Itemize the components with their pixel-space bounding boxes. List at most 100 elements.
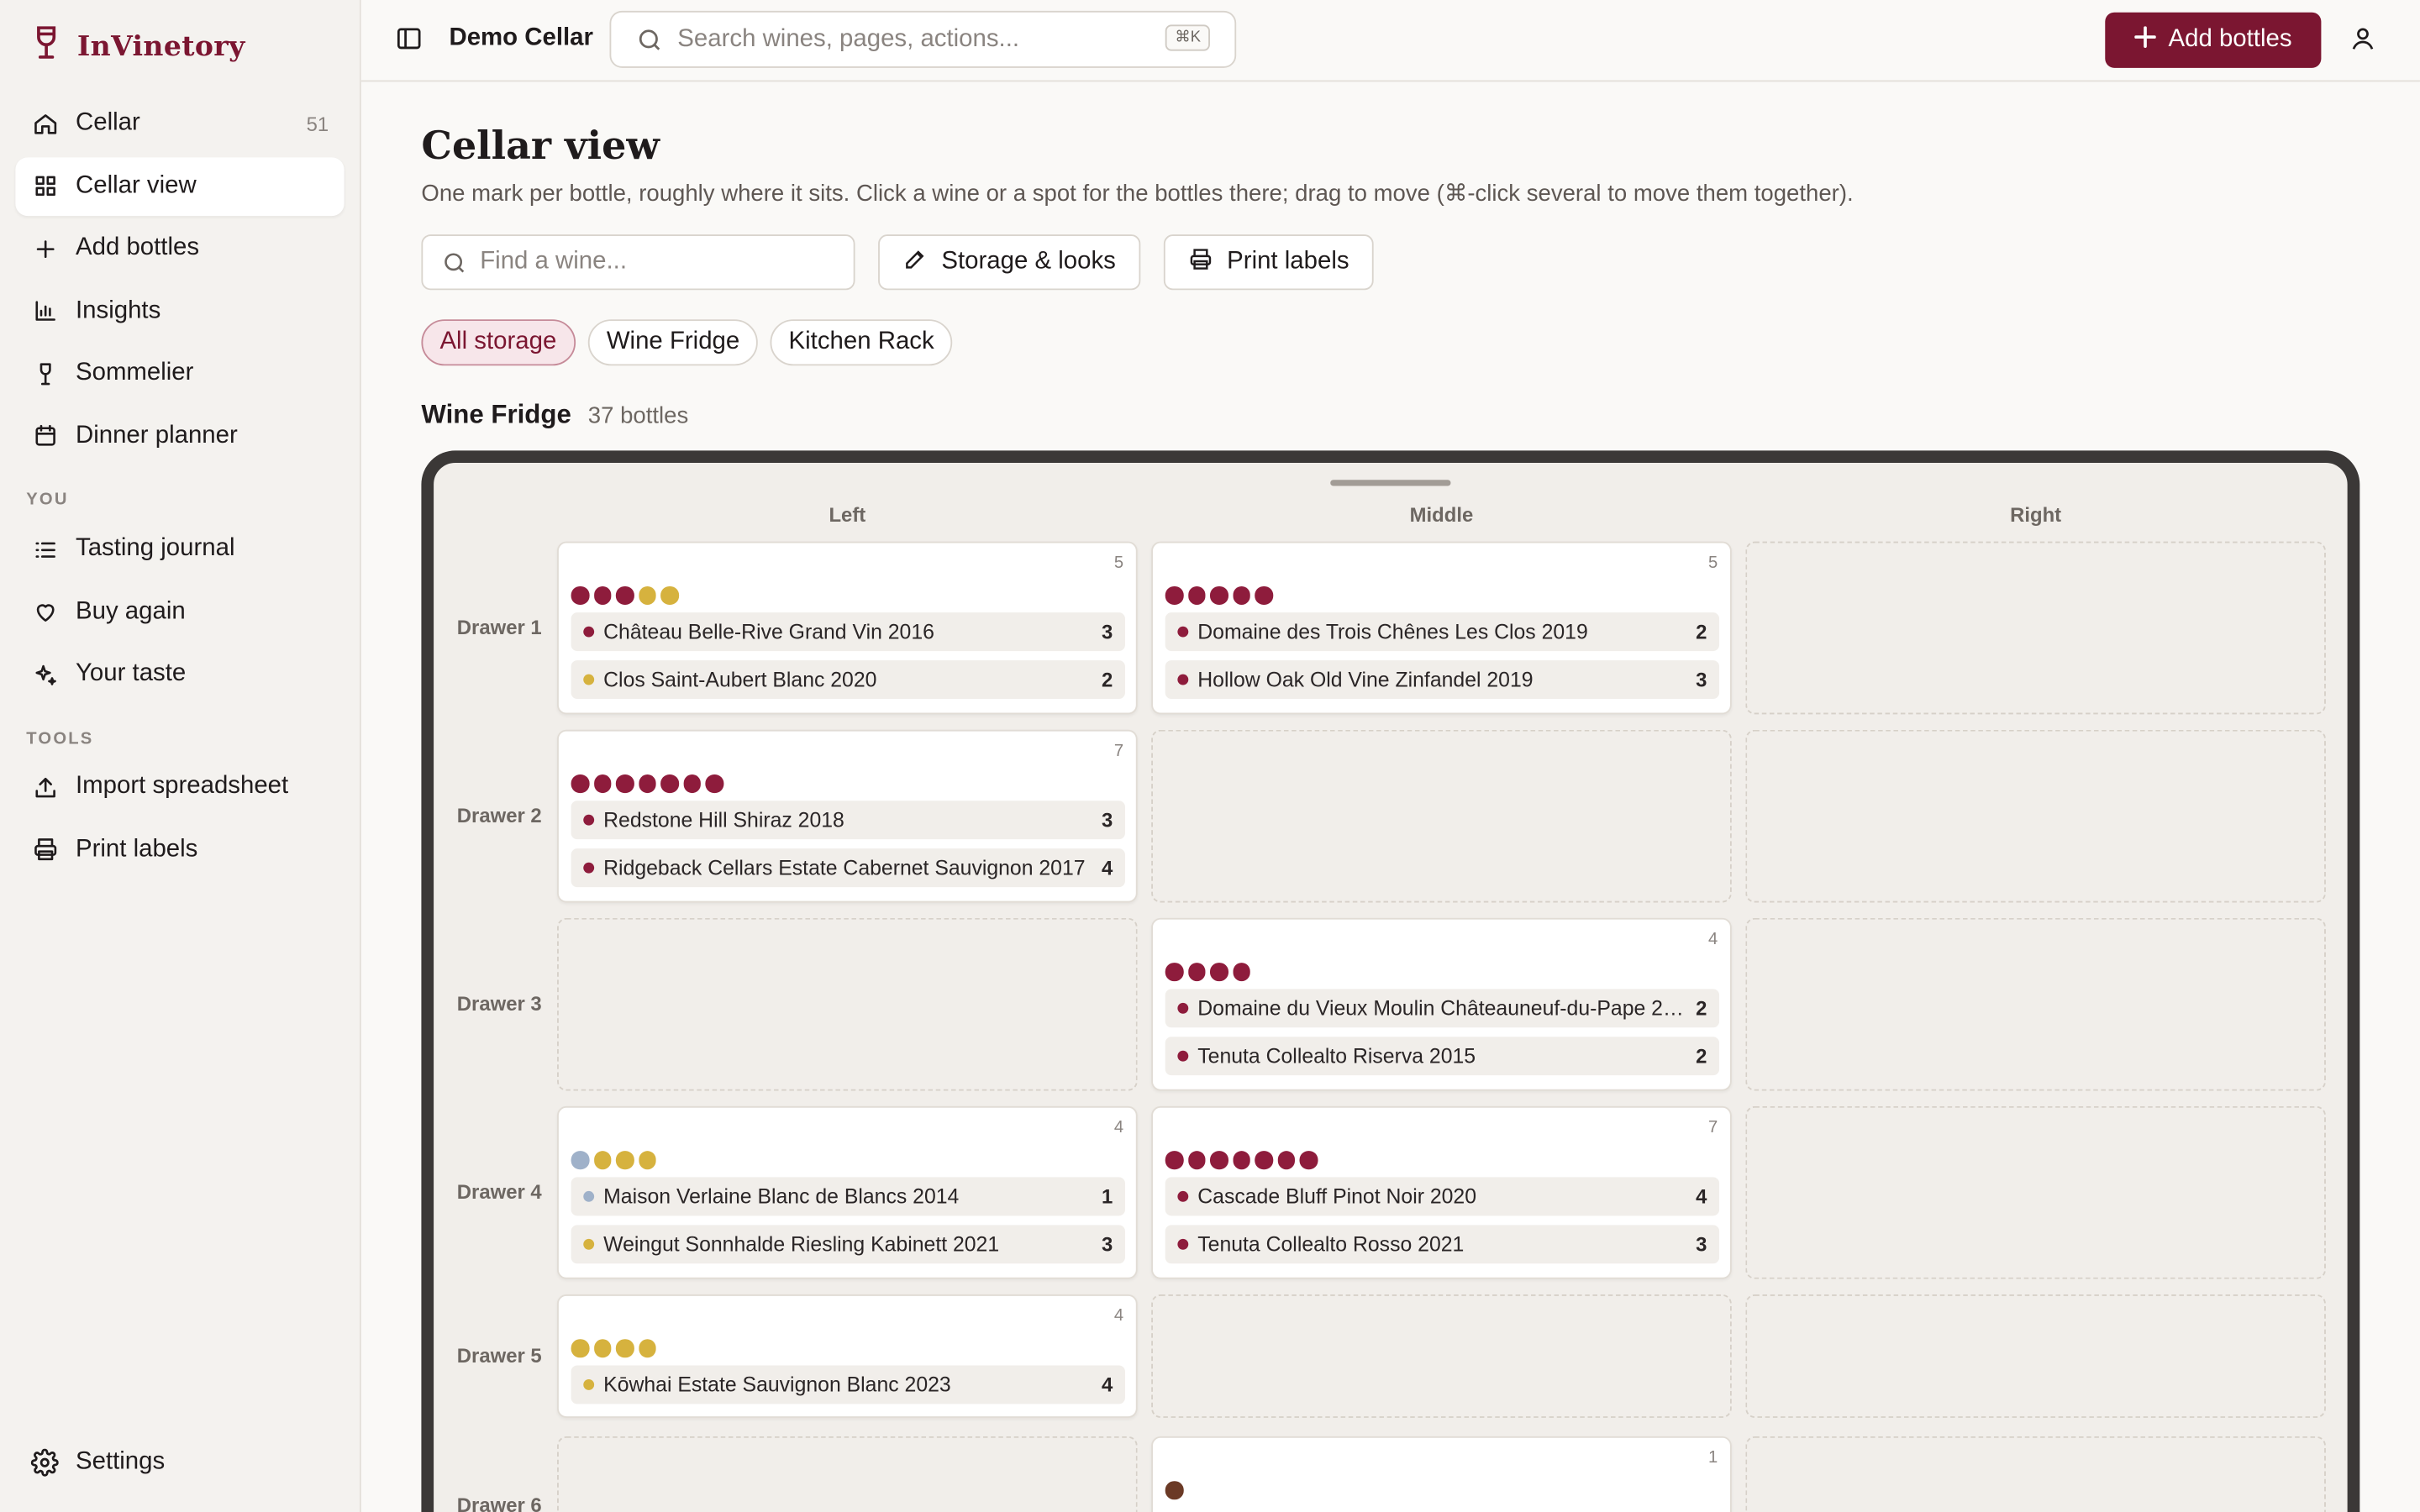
sidebar-item-dinner-planner[interactable]: Dinner planner [15, 407, 344, 465]
bottle-mark[interactable] [1232, 1151, 1250, 1169]
empty-drawer-slot[interactable] [1151, 1294, 1732, 1418]
bottle-mark[interactable] [1187, 963, 1206, 981]
filter-all-storage[interactable]: All storage [421, 319, 576, 366]
bottle-mark[interactable] [1209, 963, 1228, 981]
wine-row[interactable]: Cascade Bluff Pinot Noir 2020 4 [1165, 1177, 1720, 1216]
sidebar-item-print-labels[interactable]: Print labels [15, 820, 344, 879]
bottle-mark[interactable] [571, 1339, 589, 1357]
bottle-marks [571, 774, 723, 793]
drawer-slot[interactable]: 1 [1151, 1436, 1732, 1512]
bottle-mark[interactable] [1276, 1151, 1295, 1169]
wine-row[interactable]: Kōwhai Estate Sauvignon Blanc 2023 4 [571, 1365, 1125, 1404]
sidebar-toggle-icon[interactable] [395, 24, 426, 55]
sidebar-item-your-taste[interactable]: Your taste [15, 645, 344, 704]
bottle-mark[interactable] [705, 774, 723, 793]
wine-row[interactable]: Ridgeback Cellars Estate Cabernet Sauvig… [571, 848, 1125, 888]
bottle-mark[interactable] [1255, 585, 1273, 605]
wine-row[interactable]: Tenuta Collealto Riserva 2015 2 [1165, 1037, 1720, 1076]
empty-drawer-slot[interactable] [1745, 541, 2326, 715]
bottle-mark[interactable] [615, 1339, 634, 1357]
sidebar-item-sommelier[interactable]: Sommelier [15, 344, 344, 403]
bottle-mark[interactable] [1187, 1151, 1206, 1169]
bottle-mark[interactable] [615, 1151, 634, 1169]
wine-row[interactable]: Château Belle-Rive Grand Vin 2016 3 [571, 612, 1125, 652]
bottle-mark[interactable] [1209, 585, 1228, 605]
drawer-slot[interactable]: 4 Domaine du Vieux Moulin Châteauneuf-du-… [1151, 917, 1732, 1091]
bottle-mark[interactable] [593, 774, 612, 793]
empty-drawer-slot[interactable] [1745, 1294, 2326, 1418]
print-labels-button[interactable]: Print labels [1163, 234, 1374, 291]
bottle-mark[interactable] [593, 1151, 612, 1169]
bottle-mark[interactable] [615, 585, 634, 605]
bottle-mark[interactable] [1299, 1151, 1318, 1169]
storage-bottle-count: 37 bottles [587, 402, 689, 429]
empty-drawer-slot[interactable] [1745, 729, 2326, 903]
empty-drawer-slot[interactable] [557, 917, 1138, 1091]
wine-row[interactable]: Domaine des Trois Chênes Les Clos 2019 2 [1165, 612, 1720, 652]
sidebar-item-import-spreadsheet[interactable]: Import spreadsheet [15, 758, 344, 816]
wine-color-dot [583, 1238, 595, 1250]
drawer-slot[interactable]: 7 Cascade Bluff Pinot Noir 2020 4 Tenuta Co… [1151, 1105, 1732, 1279]
bottle-mark[interactable] [571, 1151, 589, 1169]
wine-row[interactable]: Hollow Oak Old Vine Zinfandel 2019 3 [1165, 660, 1720, 700]
drawer-slot[interactable]: 5 Domaine des Trois Chênes Les Clos 2019 2… [1151, 541, 1732, 715]
wine-row[interactable]: Maison Verlaine Blanc de Blancs 2014 1 [571, 1177, 1125, 1216]
bottle-mark[interactable] [638, 1151, 656, 1169]
bottle-mark[interactable] [1187, 585, 1206, 605]
find-wine-field[interactable] [421, 234, 855, 291]
wine-row[interactable]: Tenuta Collealto Rosso 2021 3 [1165, 1225, 1720, 1264]
wine-row[interactable]: Redstone Hill Shiraz 2018 3 [571, 801, 1125, 840]
sidebar-item-add-bottles[interactable]: Add bottles [15, 219, 344, 278]
sidebar-item-buy-again[interactable]: Buy again [15, 582, 344, 641]
sidebar-item-insights[interactable]: Insights [15, 281, 344, 340]
sidebar-item-cellar-view[interactable]: Cellar view [15, 156, 345, 216]
bottle-mark[interactable] [593, 1339, 612, 1357]
wine-row[interactable]: Weingut Sonnhalde Riesling Kabinett 2021… [571, 1225, 1125, 1264]
add-bottles-button[interactable]: Add bottles [2105, 12, 2322, 68]
bottle-mark[interactable] [1232, 585, 1250, 605]
bottle-mark[interactable] [638, 585, 656, 605]
bottle-marks [1165, 585, 1273, 605]
bottle-mark[interactable] [571, 585, 589, 605]
bottle-mark[interactable] [660, 774, 679, 793]
bottle-mark[interactable] [1209, 1151, 1228, 1169]
cellar-name[interactable]: Demo Cellar [449, 24, 593, 52]
drawer-slot[interactable]: 5 Château Belle-Rive Grand Vin 2016 3 Clos … [557, 541, 1138, 715]
drawer-slot[interactable]: 4 Kōwhai Estate Sauvignon Blanc 2023 4 [557, 1294, 1138, 1418]
wine-row[interactable]: Domaine du Vieux Moulin Châteauneuf-du-P… [1165, 989, 1720, 1028]
bottle-mark[interactable] [615, 774, 634, 793]
empty-drawer-slot[interactable] [1151, 729, 1732, 903]
empty-drawer-slot[interactable] [1745, 1105, 2326, 1279]
find-wine-input[interactable] [480, 248, 835, 276]
empty-drawer-slot[interactable] [1745, 917, 2326, 1091]
bottle-mark[interactable] [593, 585, 612, 605]
bottle-mark[interactable] [1165, 963, 1183, 981]
sidebar: InVinetory Cellar 51 Cellar view Add bottle… [0, 0, 361, 1512]
user-icon[interactable] [2349, 24, 2380, 55]
drawer-slot[interactable]: 4 Maison Verlaine Blanc de Blancs 2014 1 We… [557, 1105, 1138, 1279]
filter-wine-fridge[interactable]: Wine Fridge [587, 319, 759, 366]
bottle-mark[interactable] [1165, 1481, 1183, 1499]
global-search[interactable]: ⌘K [609, 10, 1237, 68]
storage-looks-button[interactable]: Storage & looks [878, 234, 1141, 291]
global-search-input[interactable] [677, 25, 1156, 54]
slot-bottle-count: 4 [1113, 1118, 1124, 1137]
bottle-mark[interactable] [638, 774, 656, 793]
drawer-slot[interactable]: 7 Redstone Hill Shiraz 2018 3 Ridgeback Cel… [557, 729, 1138, 903]
sidebar-item-tasting-journal[interactable]: Tasting journal [15, 520, 344, 579]
sidebar-item-cellar[interactable]: Cellar 51 [15, 94, 344, 153]
bottle-mark[interactable] [638, 1339, 656, 1357]
sidebar-item-settings[interactable]: Settings [15, 1433, 344, 1492]
bottle-mark[interactable] [660, 585, 679, 605]
empty-drawer-slot[interactable] [557, 1436, 1138, 1512]
wine-row[interactable]: Clos Saint-Aubert Blanc 2020 2 [571, 660, 1125, 700]
bottle-mark[interactable] [1255, 1151, 1273, 1169]
filter-kitchen-rack[interactable]: Kitchen Rack [770, 319, 953, 366]
bottle-mark[interactable] [1165, 1151, 1183, 1169]
empty-drawer-slot[interactable] [1745, 1436, 2326, 1512]
brand[interactable]: InVinetory [31, 24, 245, 67]
bottle-mark[interactable] [682, 774, 701, 793]
bottle-mark[interactable] [1165, 585, 1183, 605]
bottle-mark[interactable] [571, 774, 589, 793]
bottle-mark[interactable] [1232, 963, 1250, 981]
